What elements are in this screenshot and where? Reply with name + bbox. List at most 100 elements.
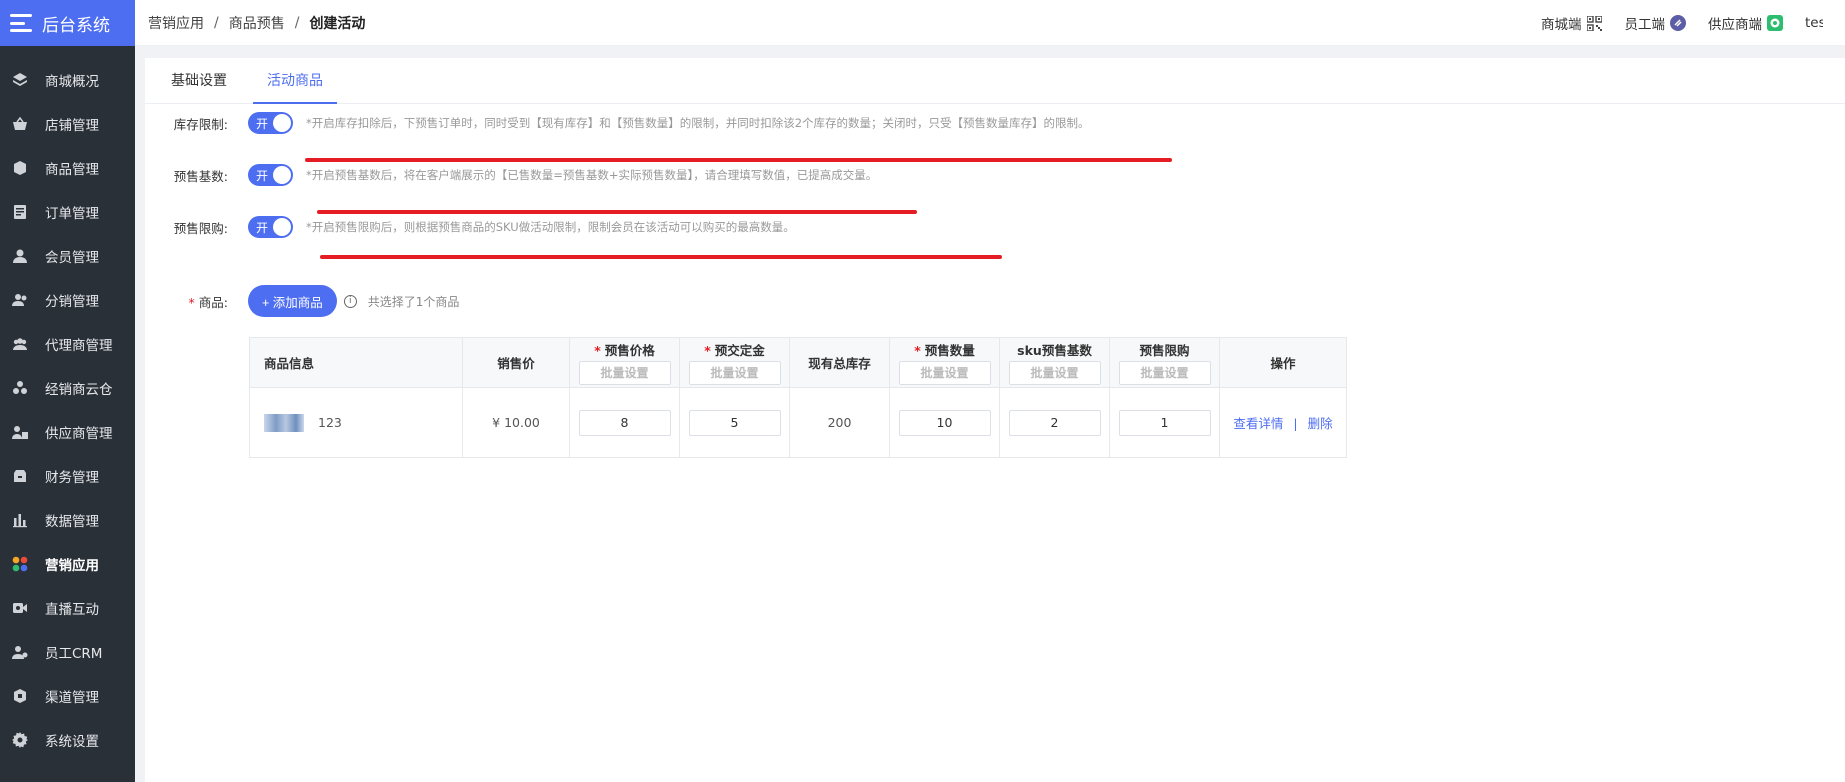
sidebar-item-label: 订单管理 xyxy=(45,206,99,222)
col-presale-qty: * 预售数量 批量设置 xyxy=(889,337,1000,388)
sidebar-item-cloud-warehouse[interactable]: 经销商云仓 xyxy=(0,366,135,410)
presale-limit-switch[interactable]: 开 xyxy=(248,216,293,238)
distribution-icon xyxy=(12,292,28,308)
tab-activity-goods[interactable]: 活动商品 xyxy=(253,58,337,104)
menu-toggle-icon[interactable] xyxy=(10,14,32,32)
top-bar: 营销应用 / 商品预售 / 创建活动 商城端 员工端 供应商端 test xyxy=(135,0,1845,46)
sidebar-item-data[interactable]: 数据管理 xyxy=(0,498,135,542)
presale-base-switch[interactable]: 开 xyxy=(248,164,293,186)
sidebar-item-members[interactable]: 会员管理 xyxy=(0,234,135,278)
required-mark: * xyxy=(188,294,195,310)
info-icon[interactable]: i xyxy=(343,294,357,308)
col-title: sku预售基数 xyxy=(1017,343,1092,358)
presale-base-row: 预售基数: 开 *开启预售基数后，将在客户端展示的【已售数量=预售基数+实际预售… xyxy=(145,164,877,186)
sidebar-menu: 商城概况 店铺管理 商品管理 订单管理 会员管理 分销管理 代理商管理 经销商云… xyxy=(0,46,135,762)
switch-knob xyxy=(273,218,291,236)
document-icon xyxy=(12,204,28,220)
sidebar-item-crm[interactable]: 员工CRM xyxy=(0,630,135,674)
stock-limit-tip: *开启库存扣除后，下预售订单时，同时受到【现有库存】和【预售数量】的限制，并同时… xyxy=(306,116,1090,130)
staff-end-label: 员工端 xyxy=(1624,17,1666,33)
mall-end-link[interactable]: 商城端 xyxy=(1541,13,1603,33)
sidebar-item-label: 数据管理 xyxy=(45,514,99,530)
col-title: 预售限购 xyxy=(1139,343,1190,358)
batch-set-presale-price[interactable]: 批量设置 xyxy=(578,361,671,385)
sidebar-item-label: 分销管理 xyxy=(45,294,99,310)
presale-price-input[interactable] xyxy=(578,409,671,436)
goods-info-cell: 123 xyxy=(249,387,463,458)
batch-set-sku-base[interactable]: 批量设置 xyxy=(1008,361,1101,385)
presale-qty-input[interactable] xyxy=(898,409,991,436)
sidebar-item-distribution[interactable]: 分销管理 xyxy=(0,278,135,322)
sidebar-item-mall-overview[interactable]: 商城概况 xyxy=(0,58,135,102)
presale-limit-tip: *开启预售限购后，则根据预售商品的SKU做活动限制，限制会员在该活动可以购买的最… xyxy=(306,220,795,234)
col-sale-price: 销售价 xyxy=(462,337,570,388)
breadcrumb-current: 创建活动 xyxy=(309,15,366,32)
sidebar-item-channel[interactable]: 渠道管理 xyxy=(0,674,135,718)
limit-cell xyxy=(1109,387,1220,458)
deposit-cell xyxy=(679,387,790,458)
breadcrumb: 营销应用 / 商品预售 / 创建活动 xyxy=(148,13,365,33)
annotation-underline xyxy=(317,210,917,214)
sidebar-item-finance[interactable]: 财务管理 xyxy=(0,454,135,498)
sale-price-cell: ¥ 10.00 xyxy=(462,387,570,458)
sidebar-item-goods[interactable]: 商品管理 xyxy=(0,146,135,190)
supplier-end-label: 供应商端 xyxy=(1708,17,1762,33)
sidebar-item-marketing[interactable]: 营销应用 xyxy=(0,542,135,586)
switch-knob xyxy=(273,166,291,184)
sidebar-item-suppliers[interactable]: 供应商管理 xyxy=(0,410,135,454)
batch-set-limit[interactable]: 批量设置 xyxy=(1118,361,1211,385)
add-goods-button[interactable]: + 添加商品 xyxy=(248,285,337,317)
sidebar-item-live[interactable]: 直播互动 xyxy=(0,586,135,630)
goods-row: * 商品: + 添加商品 i 共选择了1个商品 xyxy=(145,285,459,317)
view-detail-link[interactable]: 查看详情 xyxy=(1233,416,1283,431)
col-deposit: * 预交定金 批量设置 xyxy=(679,337,790,388)
sidebar-item-label: 渠道管理 xyxy=(45,690,99,706)
finance-icon xyxy=(12,468,28,484)
breadcrumb-separator: / xyxy=(214,14,219,31)
table-row: 123 ¥ 10.00 200 查看详情 | 删除 xyxy=(249,387,1347,458)
sku-base-input[interactable] xyxy=(1008,409,1101,436)
sidebar-item-agents[interactable]: 代理商管理 xyxy=(0,322,135,366)
sku-base-cell xyxy=(999,387,1110,458)
required-mark: * xyxy=(704,343,711,358)
cube-icon xyxy=(12,160,28,176)
col-presale-price: * 预售价格 批量设置 xyxy=(569,337,680,388)
sidebar-item-orders[interactable]: 订单管理 xyxy=(0,190,135,234)
batch-set-presale-qty[interactable]: 批量设置 xyxy=(898,361,991,385)
tab-basic-settings[interactable]: 基础设置 xyxy=(157,58,241,103)
supplier-icon xyxy=(12,424,28,440)
breadcrumb-presale[interactable]: 商品预售 xyxy=(229,13,285,33)
user-icon xyxy=(12,248,28,264)
sidebar-item-label: 直播互动 xyxy=(45,602,99,618)
content-panel: 基础设置 活动商品 库存限制: 开 *开启库存扣除后，下预售订单时，同时受到【现… xyxy=(145,58,1845,782)
sidebar-item-store[interactable]: 店铺管理 xyxy=(0,102,135,146)
presale-base-label: 预售基数: xyxy=(173,168,228,184)
delete-link[interactable]: 删除 xyxy=(1308,416,1333,431)
bar-chart-icon xyxy=(12,512,28,528)
supplier-end-link[interactable]: 供应商端 xyxy=(1708,13,1783,33)
sidebar-item-label: 代理商管理 xyxy=(45,338,113,354)
username: test xyxy=(1805,15,1823,31)
limit-input[interactable] xyxy=(1118,409,1211,436)
deposit-input[interactable] xyxy=(688,409,781,436)
sidebar-item-label: 营销应用 xyxy=(45,558,99,574)
goods-name: 123 xyxy=(318,415,342,430)
col-title: 预售数量 xyxy=(924,343,975,358)
operations-cell: 查看详情 | 删除 xyxy=(1219,387,1347,458)
col-sku-base: sku预售基数 批量设置 xyxy=(999,337,1110,388)
app-logo[interactable]: 后台系统 xyxy=(0,0,135,46)
stock-limit-switch[interactable]: 开 xyxy=(248,112,293,134)
batch-set-deposit[interactable]: 批量设置 xyxy=(688,361,781,385)
breadcrumb-marketing[interactable]: 营销应用 xyxy=(148,13,204,33)
stock-cell: 200 xyxy=(789,387,890,458)
sidebar-item-settings[interactable]: 系统设置 xyxy=(0,718,135,762)
sidebar-item-label: 店铺管理 xyxy=(45,118,99,134)
switch-knob xyxy=(273,114,291,132)
presale-base-tip: *开启预售基数后，将在客户端展示的【已售数量=预售基数+实际预售数量】，请合理填… xyxy=(306,168,878,182)
presale-qty-cell xyxy=(889,387,1000,458)
staff-end-link[interactable]: 员工端 xyxy=(1624,13,1686,33)
goods-label: * 商品: xyxy=(145,292,228,311)
user-menu[interactable]: test xyxy=(1805,15,1823,31)
staff-icon xyxy=(12,644,28,660)
goods-table: 商品信息 销售价 * 预售价格 批量设置 * 预交定金 批量设置 现有总库存 * 预售… xyxy=(249,337,1347,458)
